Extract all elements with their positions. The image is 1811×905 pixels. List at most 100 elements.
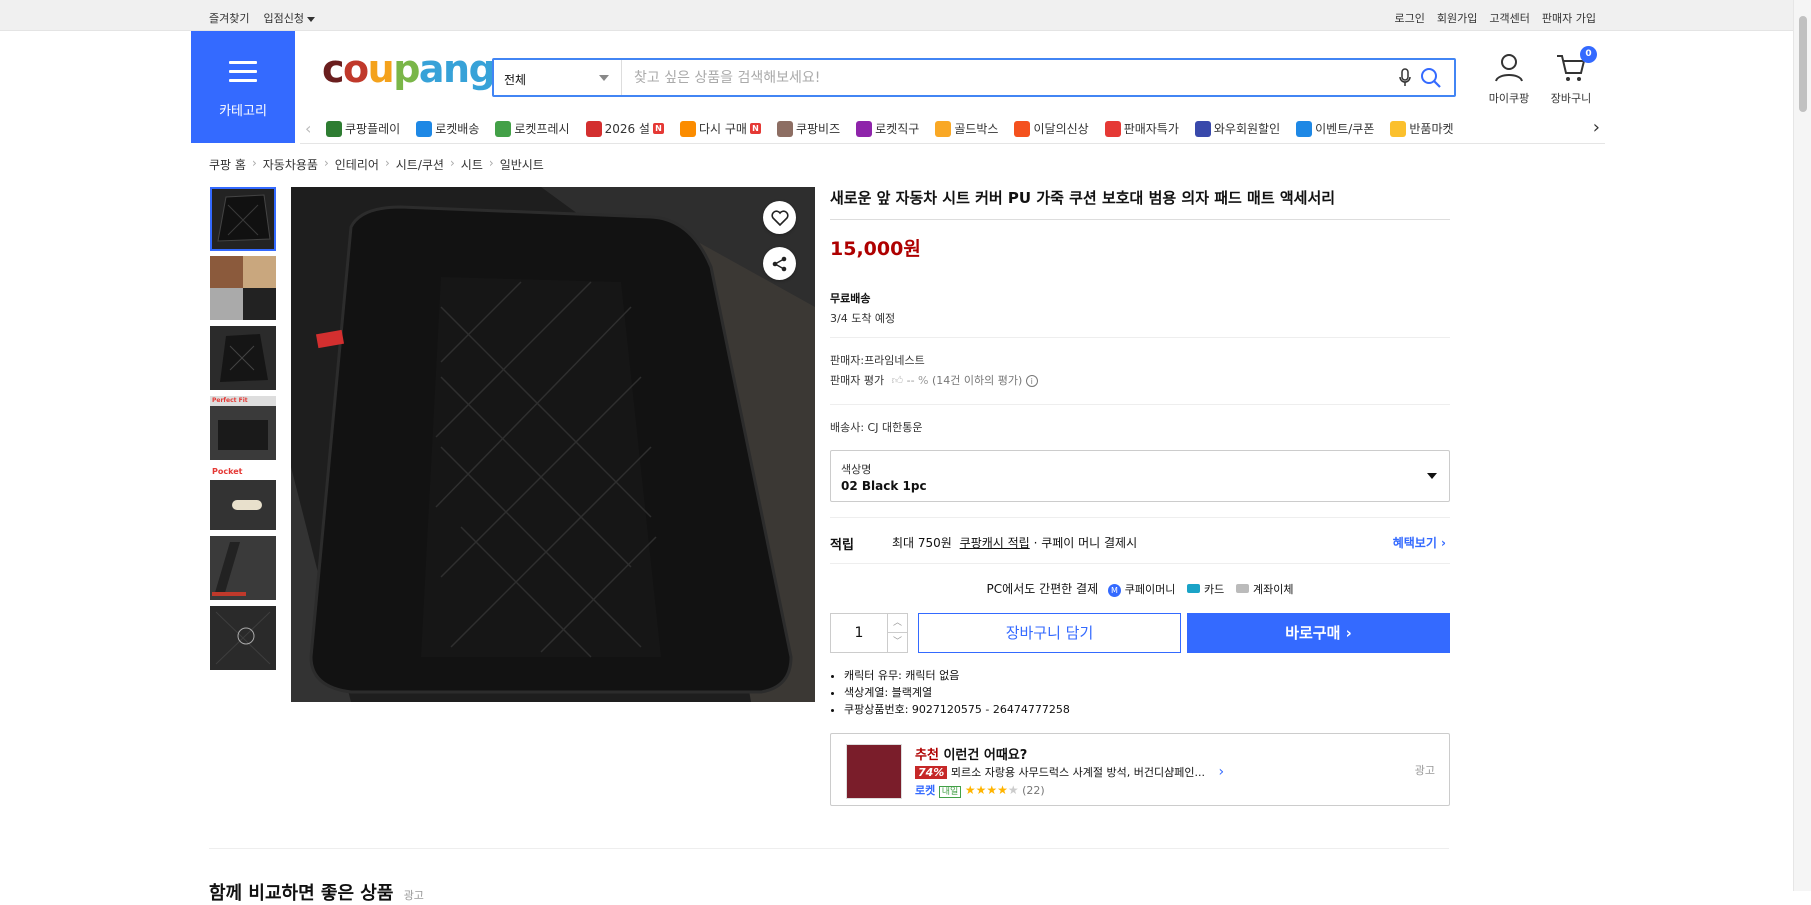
thumbnail[interactable] (210, 187, 276, 251)
play-icon (326, 120, 342, 137)
category-nav-label: 골드박스 (954, 122, 999, 136)
page-scrollbar[interactable] (1793, 0, 1811, 891)
category-nav-item[interactable]: 로켓프레시 (495, 120, 570, 137)
quantity-up-icon[interactable]: ︿ (887, 614, 907, 633)
thumbnail[interactable]: Perfect Fit (210, 396, 276, 460)
category-nav-item[interactable]: 다시 구매 N (679, 120, 761, 137)
seller-signup-link[interactable]: 판매자 가입 (1542, 10, 1596, 26)
quantity-stepper[interactable]: 1 ︿ ﹀ (830, 613, 908, 653)
category-nav-label: 로켓직구 (875, 122, 920, 136)
breadcrumb-item[interactable]: 인테리어 (335, 156, 379, 173)
signup-link[interactable]: 회원가입 (1437, 10, 1477, 26)
add-to-cart-button[interactable]: 장바구니 담기 (918, 613, 1181, 653)
benefit-link[interactable]: 혜택보기 › (1393, 534, 1446, 551)
new-badge: N (652, 123, 664, 134)
scrollbar-thumb[interactable] (1799, 16, 1807, 112)
category-nav-item[interactable]: 판매자특가 (1104, 120, 1179, 137)
rating-stars: ★★★★★ (965, 783, 1019, 797)
share-icon (772, 256, 786, 271)
microphone-icon[interactable] (1398, 68, 1412, 91)
search-bar: 전체 (492, 58, 1456, 97)
coupang-cash-link[interactable]: 쿠팡캐시 적립 (960, 536, 1030, 550)
thumbnail[interactable] (210, 326, 276, 390)
favorites-link[interactable]: 즐겨찾기 (209, 10, 249, 26)
carrier: 배송사: CJ 대한통운 (830, 421, 923, 434)
thumbnail[interactable] (210, 606, 276, 670)
search-input[interactable] (634, 67, 1274, 89)
cart-button[interactable]: 0 장바구니 (1540, 46, 1602, 106)
option-label: 색상명 (841, 463, 872, 476)
category-nav-item[interactable]: 2026 설N (585, 120, 664, 137)
breadcrumb-item[interactable]: 자동차용품 (263, 156, 318, 173)
thumbnail-caption: Perfect Fit (212, 397, 248, 404)
pay-method-coupay: 쿠페이머니 (1124, 583, 1176, 596)
nav-prev-icon[interactable]: ‹ (305, 119, 311, 138)
customer-center-link[interactable]: 고객센터 (1489, 10, 1529, 26)
thumbnail[interactable] (210, 256, 276, 320)
top-utility-bar: 즐겨찾기 입점신청 로그인 회원가입 고객센터 판매자 가입 (0, 0, 1793, 31)
category-nav-item[interactable]: 이벤트/쿠폰 (1296, 120, 1374, 137)
star-icon: ★ (997, 783, 1008, 797)
breadcrumb-item[interactable]: 시트 (461, 156, 483, 173)
chevron-right-icon: › (1218, 764, 1225, 780)
category-nav-item[interactable]: 로켓직구 (856, 120, 919, 137)
gift-icon (585, 120, 602, 137)
new-badge: N (749, 123, 761, 134)
category-nav-item[interactable]: 쿠팡플레이 (326, 120, 400, 137)
reco-product-line[interactable]: 74% 뫼르소 자랑용 사무드럭스 사계절 방석, 버건디샴페인... › (915, 764, 1224, 780)
cart-count-badge: 0 (1580, 46, 1597, 63)
category-nav-label: 와우회원할인 (1213, 122, 1281, 136)
breadcrumb-item[interactable]: 쿠팡 홈 (209, 156, 246, 173)
spec-item: 색상계열: 블랙계열 (844, 684, 1070, 701)
seller-apply-label: 입점신청 (263, 12, 304, 25)
discount-badge: 74% (915, 766, 948, 779)
star-icon: ★ (1007, 783, 1019, 797)
quantity-down-icon[interactable]: ﹀ (887, 633, 907, 652)
thumbnail[interactable]: Pocket (210, 466, 276, 530)
category-nav-item[interactable]: 로켓배송 (416, 120, 479, 137)
option-value: 02 Black 1pc (841, 479, 927, 493)
category-nav-item[interactable]: 이달의신상 (1014, 120, 1089, 137)
category-nav-label: 로켓프레시 (514, 122, 570, 136)
mycoupang-button[interactable]: 마이쿠팡 (1478, 53, 1540, 106)
star-icon: ★ (986, 783, 998, 797)
thumbnail[interactable] (210, 536, 276, 600)
category-nav-item[interactable]: 골드박스 (935, 120, 998, 137)
category-nav-label: 2026 설 (604, 122, 650, 136)
nav-next-icon[interactable]: › (1593, 117, 1600, 138)
main-product-image[interactable] (291, 187, 815, 702)
search-icon[interactable] (1420, 67, 1442, 92)
seller-rating-label: 판매자 평가 (830, 374, 885, 387)
share-button[interactable] (763, 247, 796, 280)
thumbnail-caption: Pocket (212, 467, 243, 476)
search-scope-select[interactable]: 전체 (494, 60, 622, 95)
tomorrow-badge: 내일 (938, 786, 962, 798)
info-icon[interactable]: i (1025, 375, 1038, 387)
breadcrumb-item[interactable]: 시트/쿠션 (396, 156, 444, 173)
pay-title: PC에서도 간편한 결제 (986, 582, 1099, 596)
reco-product-name: 뫼르소 자랑용 사무드럭스 사계절 방석, 버건디샴페인... (950, 766, 1205, 779)
reco-title: 추천 이런건 어때요? (915, 744, 1027, 763)
bank-icon (1236, 584, 1250, 593)
category-button[interactable]: 카테고리 (191, 31, 295, 143)
category-nav-item[interactable]: 쿠팡비즈 (776, 120, 840, 137)
category-nav-item[interactable]: 와우회원할인 (1194, 120, 1281, 137)
heart-icon (770, 209, 789, 226)
recommended-product-image[interactable] (846, 744, 902, 799)
coupang-logo[interactable]: coupang (322, 50, 496, 88)
compare-heading: 함께 비교하면 좋은 상품 (209, 883, 394, 904)
new-icon (1014, 120, 1031, 137)
login-link[interactable]: 로그인 (1395, 10, 1425, 26)
color-option-select[interactable]: 색상명 02 Black 1pc (830, 450, 1450, 502)
seller-apply-link[interactable]: 입점신청 (263, 10, 315, 26)
recommendation-ad[interactable]: 추천 이런건 어때요? 74% 뫼르소 자랑용 사무드럭스 사계절 방석, 버건… (830, 733, 1450, 806)
product-price: 15,000원 (830, 238, 921, 260)
reward-text: 최대 750원 쿠팡캐시 적립 · 쿠페이 머니 결제시 (892, 534, 1137, 551)
wishlist-button[interactable] (763, 201, 796, 234)
seller-name[interactable]: 판매자:프라임네스트 (830, 352, 1450, 368)
breadcrumb-item[interactable]: 일반시트 (500, 156, 544, 173)
breadcrumb: 쿠팡 홈 › 자동차용품 › 인테리어 › 시트/쿠션 › 시트 › 일반시트 (209, 156, 544, 173)
buy-now-button[interactable]: 바로구매 › (1187, 613, 1450, 653)
quantity-value[interactable]: 1 (831, 614, 887, 652)
category-nav-item[interactable]: 반품마켓 (1390, 120, 1454, 137)
